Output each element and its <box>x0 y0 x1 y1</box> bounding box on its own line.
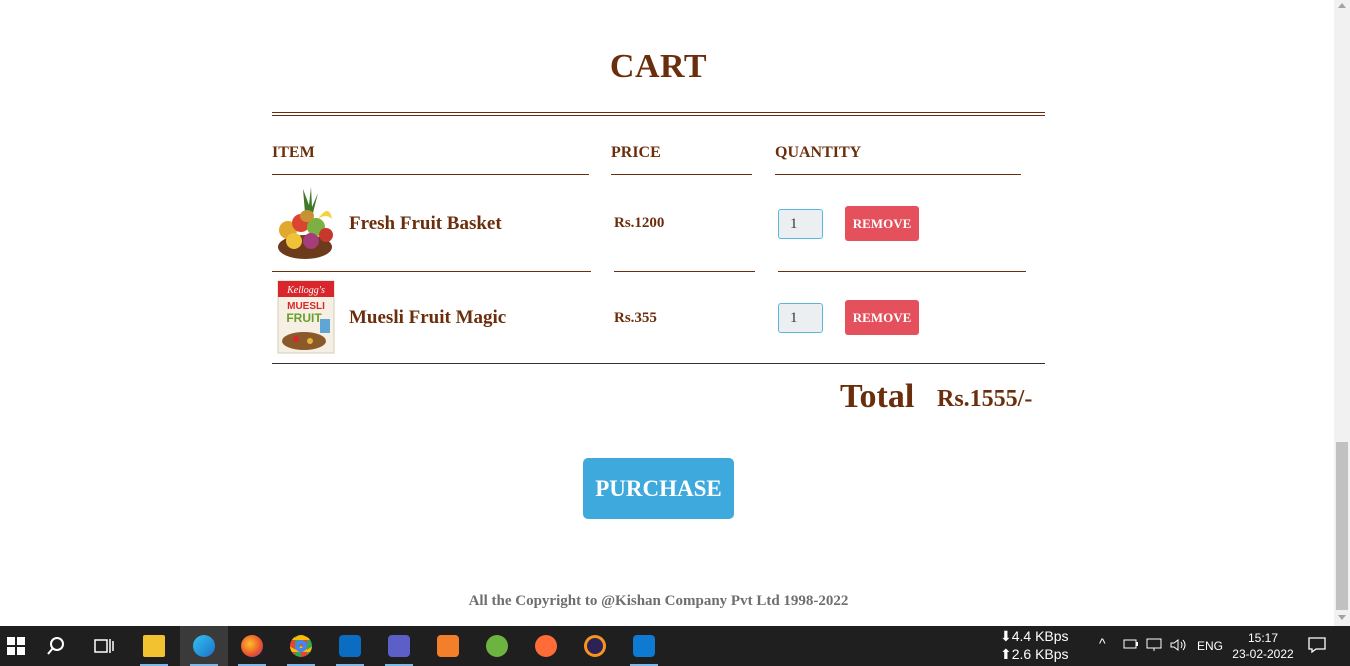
task-view-icon[interactable] <box>80 626 128 666</box>
volume-icon[interactable] <box>1170 638 1188 655</box>
edge-icon[interactable] <box>180 626 228 666</box>
clock-date: 23-02-2022 <box>1232 647 1294 661</box>
copyright-text: All the Copyright to @Kishan Company Pvt… <box>468 593 849 609</box>
item-price: Rs.355 <box>614 310 657 326</box>
row-divider <box>272 271 591 272</box>
total-value: Rs.1555/- <box>937 386 1033 412</box>
title-divider <box>272 112 1045 116</box>
upload-speed: ⬆2.6 KBps <box>1000 646 1069 662</box>
language-indicator[interactable]: ENG <box>1197 639 1223 653</box>
chevron-up-icon[interactable]: ^ <box>1099 635 1106 651</box>
remove-button[interactable]: REMOVE <box>845 300 919 335</box>
svg-text:FRUIT: FRUIT <box>286 311 322 325</box>
vscode-icon[interactable] <box>620 626 668 666</box>
total-label: Total <box>840 378 915 415</box>
muesli-box-image: Kellogg's MUESLI FRUIT <box>274 279 338 355</box>
column-header-quantity: QUANTITY <box>775 144 862 161</box>
vertical-scrollbar[interactable] <box>1334 0 1350 626</box>
search-icon[interactable] <box>32 626 80 666</box>
fruit-basket-image <box>274 183 338 263</box>
purchase-button[interactable]: PURCHASE <box>583 458 734 519</box>
download-speed: ⬇4.4 KBps <box>1000 628 1069 644</box>
header-divider <box>775 174 1021 175</box>
notification-icon[interactable] <box>1308 636 1326 657</box>
scroll-up-arrow-icon[interactable] <box>1338 3 1346 8</box>
row-divider <box>614 271 755 272</box>
clock-time: 15:17 <box>1247 631 1279 645</box>
taskbar: ⬇4.4 KBps ⬆2.6 KBps ^ ENG 15:17 23-02-20… <box>0 626 1350 666</box>
item-price: Rs.1200 <box>614 215 665 231</box>
svg-text:Kellogg's: Kellogg's <box>286 285 325 296</box>
cart-page: CART ITEM PRICE QUANTITY Fresh Fruit Bas… <box>0 0 1334 626</box>
battery-icon[interactable] <box>1123 638 1139 653</box>
quantity-input[interactable] <box>778 303 823 333</box>
column-header-item: ITEM <box>272 144 315 161</box>
network-speed: ⬇4.4 KBps ⬆2.6 KBps <box>1000 627 1069 663</box>
cart-list-divider <box>272 363 1045 364</box>
header-divider <box>611 174 752 175</box>
xampp-icon[interactable] <box>424 626 472 666</box>
column-header-price: PRICE <box>611 144 661 161</box>
scrollbar-thumb[interactable] <box>1336 442 1348 610</box>
postman-icon[interactable] <box>522 626 570 666</box>
network-icon[interactable] <box>1146 638 1162 655</box>
remove-button[interactable]: REMOVE <box>845 206 919 241</box>
item-name: Muesli Fruit Magic <box>349 307 507 328</box>
file-explorer-icon[interactable] <box>130 626 178 666</box>
quantity-input[interactable] <box>778 209 823 239</box>
item-name: Fresh Fruit Basket <box>349 213 502 234</box>
eclipse-icon[interactable] <box>571 626 619 666</box>
spring-icon[interactable] <box>473 626 521 666</box>
chrome-icon[interactable] <box>277 626 325 666</box>
page-title: CART <box>609 48 708 85</box>
system-clock[interactable]: 15:17 23-02-2022 <box>1228 630 1298 662</box>
row-divider <box>778 271 1026 272</box>
header-divider <box>272 174 589 175</box>
outlook-icon[interactable] <box>326 626 374 666</box>
teams-icon[interactable] <box>375 626 423 666</box>
scroll-down-arrow-icon[interactable] <box>1338 615 1346 620</box>
firefox-icon[interactable] <box>228 626 276 666</box>
